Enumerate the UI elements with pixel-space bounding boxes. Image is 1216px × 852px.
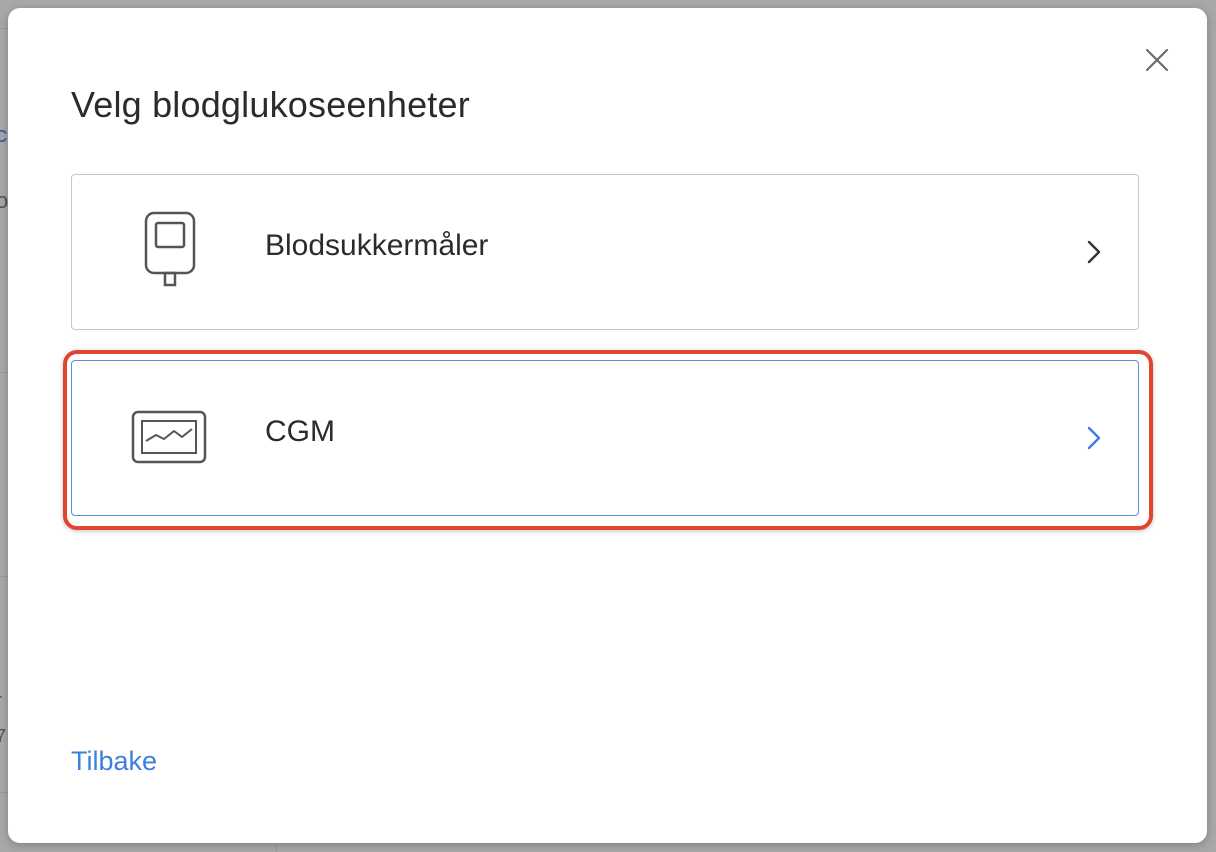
cgm-monitor-icon	[130, 397, 210, 477]
option-label: CGM	[265, 415, 335, 448]
back-link[interactable]: Tilbake	[71, 746, 157, 777]
backdrop-text: r	[0, 690, 2, 711]
blood-glucose-meter-icon	[130, 211, 210, 291]
backdrop-text: c	[0, 122, 7, 147]
close-button[interactable]	[1143, 46, 1171, 74]
backdrop-text: 7	[0, 726, 7, 746]
chevron-right-icon	[1087, 426, 1101, 450]
dialog-title: Velg blodglukoseenheter	[71, 84, 470, 125]
option-label: Blodsukkermåler	[265, 229, 489, 262]
chevron-right-icon	[1087, 240, 1101, 264]
option-blood-glucose-meter[interactable]: Blodsukkermåler	[71, 174, 1139, 330]
backdrop-text: o	[0, 188, 9, 213]
backdrop-divider	[0, 576, 8, 577]
backdrop-divider	[0, 372, 8, 373]
option-cgm[interactable]: CGM	[71, 360, 1139, 516]
close-icon	[1145, 48, 1169, 72]
backdrop-divider	[0, 792, 8, 793]
device-type-dialog: Velg blodglukoseenheter Blodsukkermåler …	[8, 8, 1207, 843]
backdrop-divider	[0, 28, 8, 29]
